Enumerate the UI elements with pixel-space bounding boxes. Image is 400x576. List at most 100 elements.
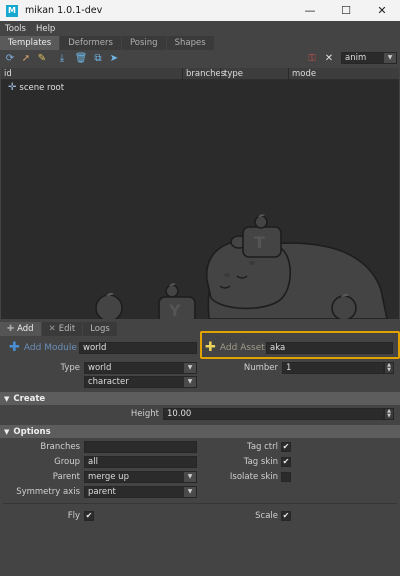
type-dropdown[interactable]: world ▼ xyxy=(84,362,197,374)
number-spinner[interactable]: ▲ ▼ xyxy=(384,362,394,374)
select-arrow-icon[interactable]: ➤ xyxy=(107,51,121,65)
tab-shapes[interactable]: Shapes xyxy=(166,36,214,50)
tree-row-scene-root[interactable]: ✛ scene root xyxy=(8,82,64,94)
tree-header: id branches type mode xyxy=(1,68,399,80)
column-branches[interactable]: branches xyxy=(182,68,225,80)
tag-ctrl-label: Tag ctrl xyxy=(247,442,278,452)
cross-tools-icon: ✕ xyxy=(48,324,56,334)
tab-posing[interactable]: Posing xyxy=(121,36,166,50)
height-field[interactable]: 10.00 xyxy=(163,408,384,420)
svg-text:Y: Y xyxy=(168,301,181,319)
height-spinner[interactable]: ▲ ▼ xyxy=(384,408,394,420)
title-bar: M mikan 1.0.1-dev — ☐ ✕ xyxy=(0,0,400,21)
close-button[interactable]: ✕ xyxy=(364,0,400,21)
module-name-field[interactable]: world xyxy=(79,342,197,354)
options-divider xyxy=(3,503,397,504)
window-title: mikan 1.0.1-dev xyxy=(25,5,103,16)
main-tabs: Templates Deformers Posing Shapes xyxy=(0,36,400,50)
checkmark-icon: ✔ xyxy=(282,442,290,451)
tab-add-label: Add xyxy=(17,324,34,334)
symmetry-axis-dropdown[interactable]: parent ▼ xyxy=(84,486,197,498)
tab-templates[interactable]: Templates xyxy=(0,36,60,50)
delete-icon[interactable]: 🗑 xyxy=(74,51,88,65)
group-field[interactable]: all xyxy=(84,456,197,468)
asset-name-field[interactable]: aka xyxy=(266,342,393,354)
subtype-dropdown[interactable]: character ▼ xyxy=(84,376,197,388)
menu-bar: Tools Help xyxy=(0,21,400,36)
subtype-dropdown-value: character xyxy=(88,377,129,387)
plus-icon: ✚ xyxy=(7,324,15,334)
symmetry-axis-dropdown-value: parent xyxy=(88,487,116,497)
minimize-icon: — xyxy=(304,4,316,17)
maximize-icon: ☐ xyxy=(341,4,351,17)
tree-row-label: scene root xyxy=(19,83,65,93)
tab-logs[interactable]: Logs xyxy=(83,322,117,336)
lock-icon[interactable]: ⚿ xyxy=(305,51,319,65)
options-section-title: Options xyxy=(13,426,51,437)
maximize-button[interactable]: ☐ xyxy=(328,0,364,21)
collapse-triangle-icon: ▼ xyxy=(4,427,10,436)
tab-logs-label: Logs xyxy=(90,324,110,334)
tag-skin-label: Tag skin xyxy=(243,457,278,467)
tag-skin-checkbox[interactable]: ✔ xyxy=(281,457,291,467)
tab-add[interactable]: ✚ Add xyxy=(0,322,41,336)
checkmark-icon: ✔ xyxy=(85,511,93,520)
app-logo-icon: M xyxy=(6,4,18,17)
add-module-label: Add Module xyxy=(23,343,77,353)
scale-checkbox[interactable]: ✔ xyxy=(281,511,291,521)
minimize-button[interactable]: — xyxy=(292,0,328,21)
symmetry-axis-label: Symmetry axis xyxy=(16,487,80,497)
refresh-icon[interactable]: ⟳ xyxy=(3,51,17,65)
duplicate-icon[interactable]: ⧉ xyxy=(91,51,105,65)
capybara-mascot-watermark: T Y xyxy=(95,214,388,319)
options-section-header[interactable]: ▼ Options xyxy=(0,425,400,438)
brush-icon[interactable]: ✎ xyxy=(35,51,49,65)
mode-dropdown[interactable]: anim ▼ xyxy=(341,52,397,64)
parent-dropdown[interactable]: merge up ▼ xyxy=(84,471,197,483)
mode-dropdown-value: anim xyxy=(345,53,367,63)
isolate-skin-label: Isolate skin xyxy=(229,472,278,482)
svg-text:T: T xyxy=(254,233,265,252)
menu-tools[interactable]: Tools xyxy=(0,24,31,34)
add-asset-plus-icon: ✚ xyxy=(205,340,216,355)
isolate-skin-checkbox[interactable] xyxy=(281,472,291,482)
tools-icon[interactable]: ✕ xyxy=(322,51,336,65)
menu-help[interactable]: Help xyxy=(31,24,60,34)
chevron-down-icon: ▼ xyxy=(384,53,396,63)
parent-dropdown-value: merge up xyxy=(88,472,129,482)
branches-field[interactable] xyxy=(84,441,197,453)
tab-edit-label: Edit xyxy=(58,324,76,334)
column-type[interactable]: type xyxy=(220,68,288,80)
column-mode[interactable]: mode xyxy=(288,68,399,80)
type-label: Type xyxy=(60,363,80,373)
checkmark-icon: ✔ xyxy=(282,457,290,466)
toolbar: ⟳ ➚ ✎ ⤓ 🗑 ⧉ ➤ ⚿ ✕ anim ▼ xyxy=(0,50,400,67)
tag-ctrl-checkbox[interactable]: ✔ xyxy=(281,442,291,452)
number-field[interactable]: 1 xyxy=(282,362,384,374)
number-label: Number xyxy=(243,363,278,373)
add-module-button[interactable]: ✚ Add Module xyxy=(9,340,77,355)
create-section-title: Create xyxy=(13,393,46,404)
column-id[interactable]: id xyxy=(1,68,182,80)
checkmark-icon: ✔ xyxy=(282,511,290,520)
chevron-down-icon: ▼ xyxy=(184,363,196,373)
template-tree[interactable]: T Y ✛ scene root xyxy=(1,80,399,319)
close-icon: ✕ xyxy=(377,4,387,17)
tab-edit[interactable]: ✕ Edit xyxy=(41,322,83,336)
import-icon[interactable]: ⤓ xyxy=(55,51,69,65)
parent-label: Parent xyxy=(52,472,80,482)
add-asset-label: Add Asset xyxy=(219,343,265,353)
branches-label: Branches xyxy=(40,442,80,452)
rocket-icon[interactable]: ➚ xyxy=(19,51,33,65)
tab-deformers[interactable]: Deformers xyxy=(60,36,121,50)
create-section-header[interactable]: ▼ Create xyxy=(0,392,400,405)
fly-checkbox[interactable]: ✔ xyxy=(84,511,94,521)
group-label: Group xyxy=(54,457,80,467)
add-module-plus-icon: ✚ xyxy=(9,340,20,355)
scale-label: Scale xyxy=(255,511,278,521)
type-dropdown-value: world xyxy=(88,363,112,373)
chevron-down-icon: ▼ xyxy=(184,472,196,482)
add-asset-button[interactable]: ✚ Add Asset xyxy=(205,340,265,355)
chevron-down-icon: ▼ xyxy=(184,487,196,497)
move-icon: ✛ xyxy=(8,82,17,93)
